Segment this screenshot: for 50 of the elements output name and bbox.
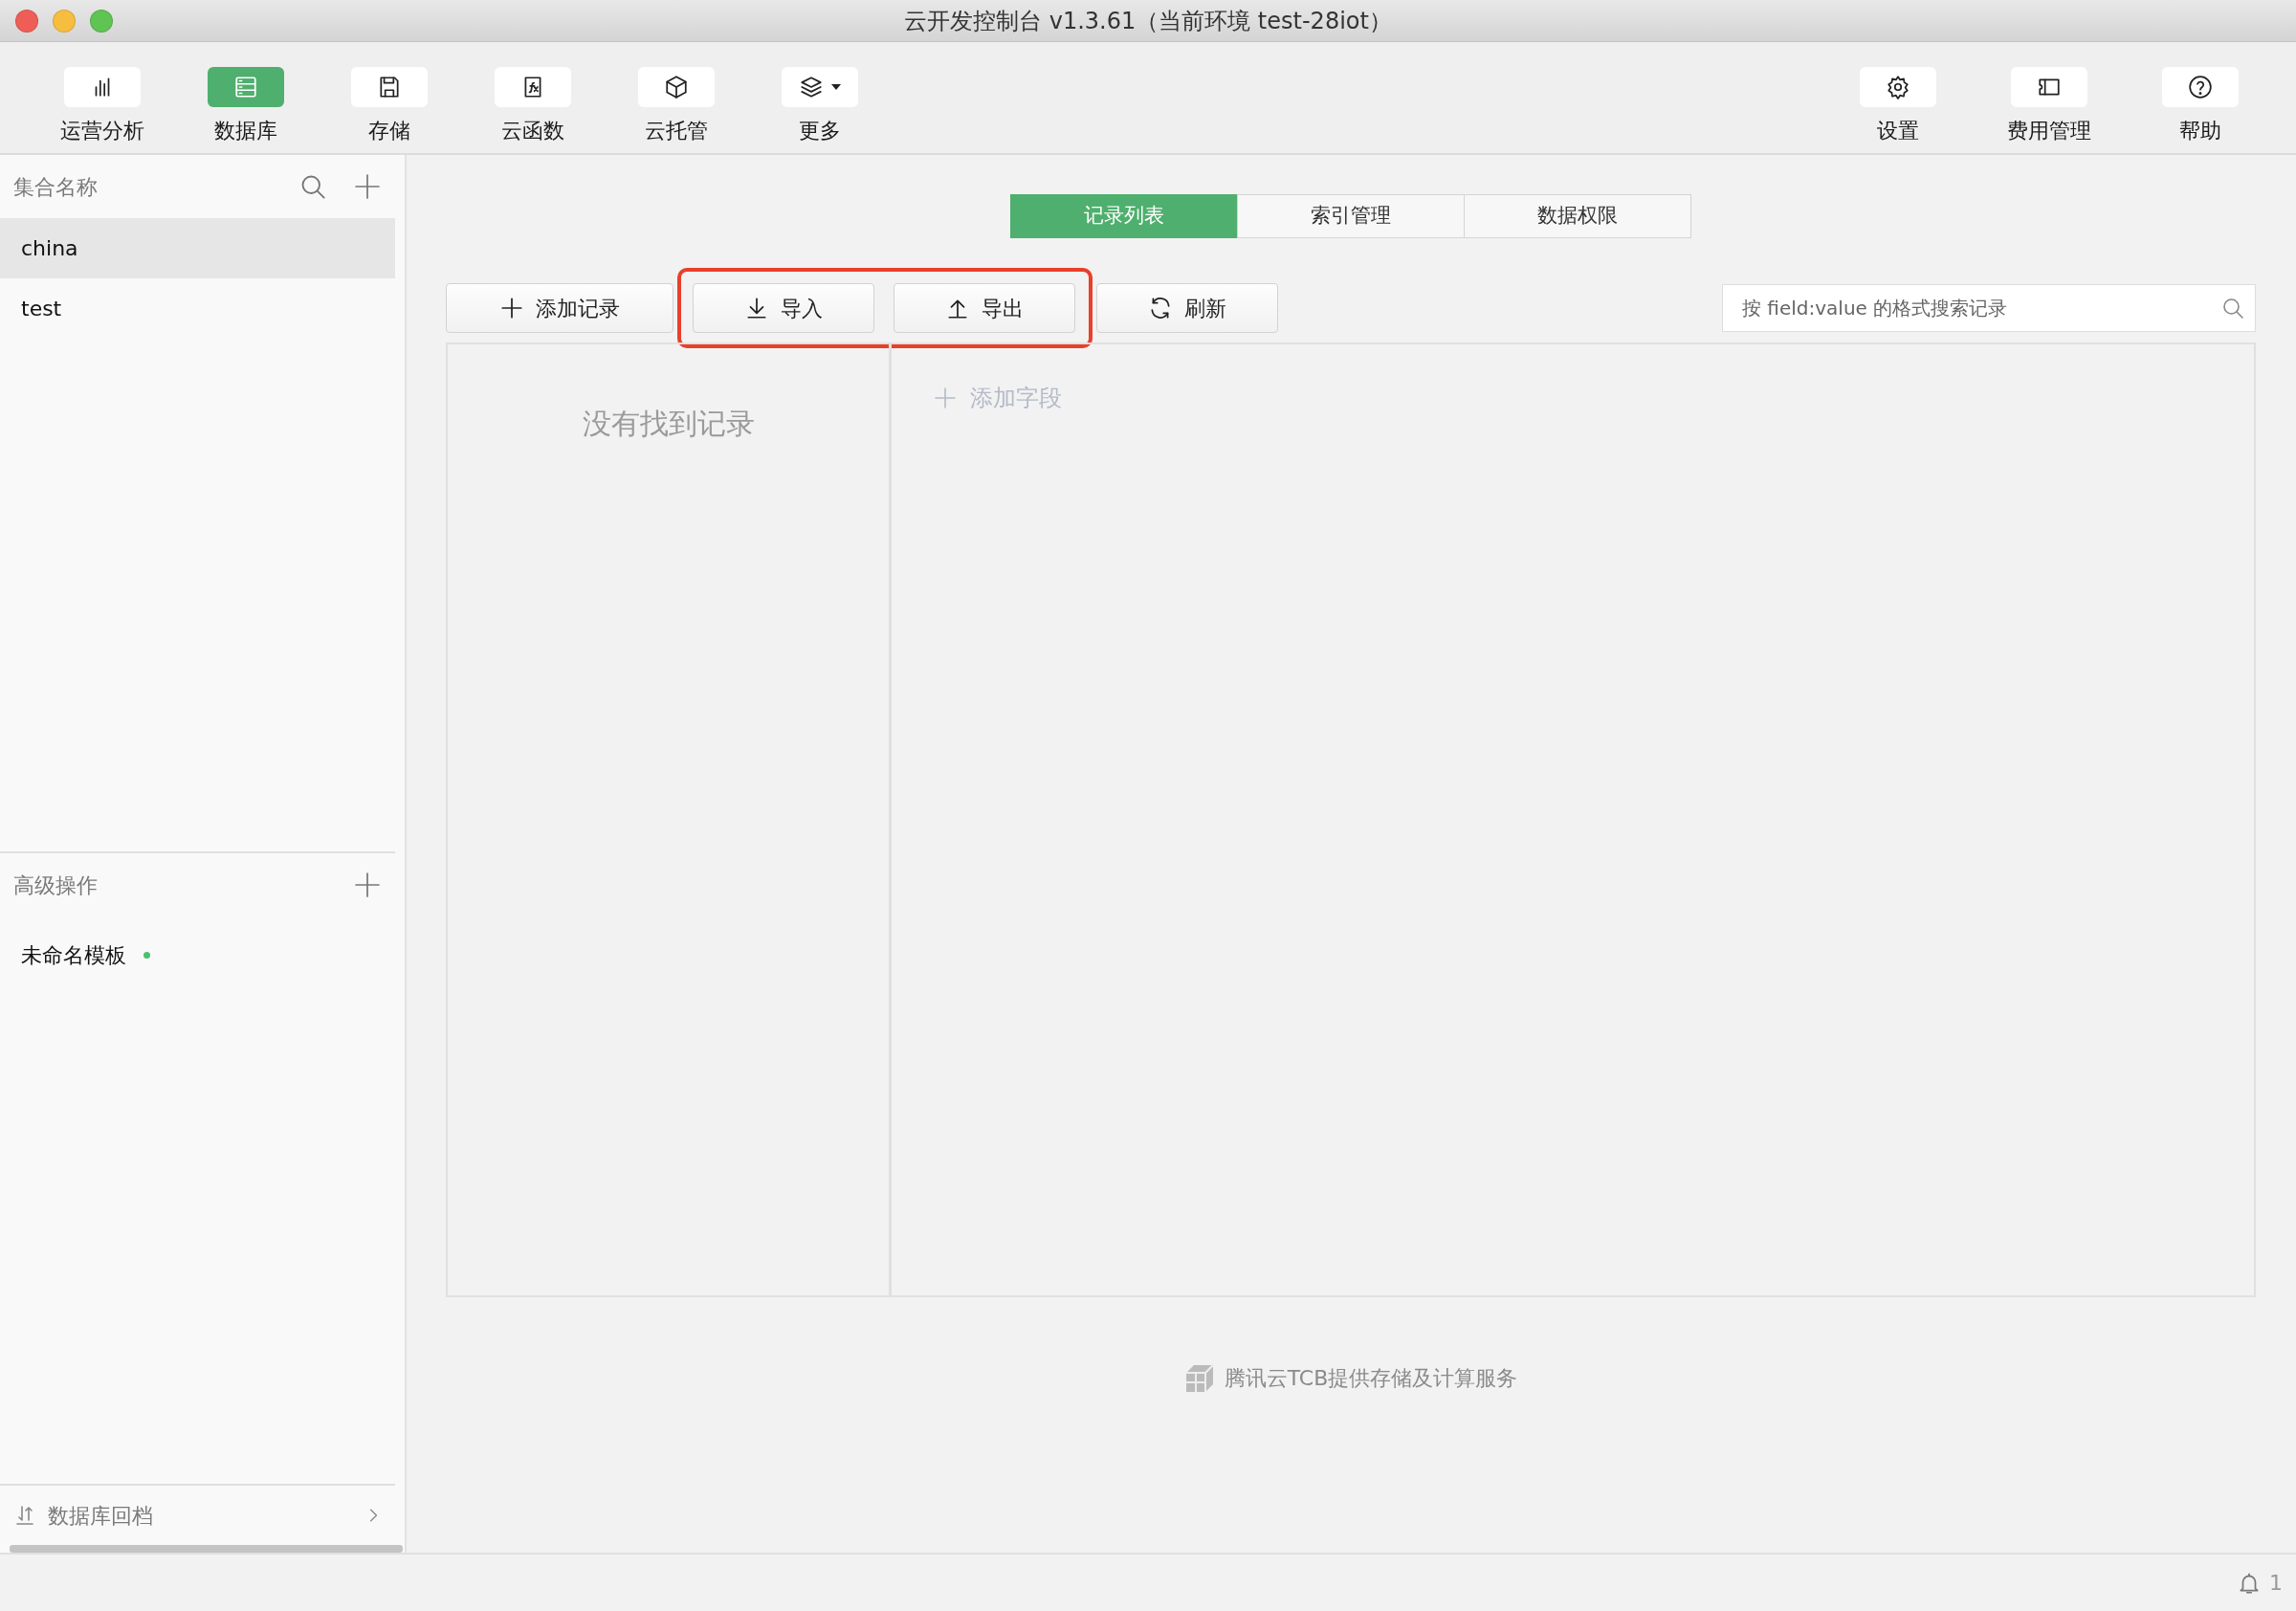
help-icon — [2188, 75, 2213, 99]
toolbar-button[interactable] — [1860, 67, 1936, 107]
backup-link[interactable]: 数据库回档 — [48, 1499, 364, 1532]
close-button[interactable] — [15, 10, 38, 33]
settings-icon — [1886, 75, 1910, 99]
toolbar-button[interactable] — [782, 67, 858, 107]
toolbar-label[interactable]: 云函数 — [501, 115, 564, 146]
action-button[interactable]: 导出 — [894, 283, 1075, 333]
footer-text: 腾讯云TCB提供存储及计算服务 — [1224, 1365, 1518, 1392]
zoom-button[interactable] — [90, 10, 113, 33]
notification-count: 1 — [2269, 1570, 2283, 1597]
toolbar-label[interactable]: 云托管 — [645, 115, 708, 146]
collection-item[interactable]: china — [0, 218, 395, 278]
database-icon — [233, 75, 258, 99]
toolbar-button[interactable] — [638, 67, 715, 107]
plus-icon — [934, 386, 957, 409]
section-header: 高级操作 — [13, 872, 98, 899]
toolbar-label[interactable]: 运营分析 — [60, 115, 144, 146]
search-icon — [2221, 297, 2244, 320]
template-item[interactable]: 未命名模板 — [21, 939, 126, 971]
cube-grid-icon — [1183, 1362, 1215, 1394]
tab[interactable]: 索引管理 — [1236, 194, 1465, 238]
search-icon[interactable] — [299, 173, 326, 200]
collection-item[interactable]: test — [0, 278, 395, 339]
action-button[interactable]: 刷新 — [1096, 283, 1278, 333]
add-icon[interactable] — [355, 174, 380, 199]
add-icon[interactable] — [355, 872, 380, 897]
toolbar-label[interactable]: 设置 — [1877, 115, 1919, 146]
toolbar-button[interactable] — [495, 67, 571, 107]
plus-icon — [499, 296, 524, 320]
toolbar-button[interactable] — [2162, 67, 2239, 107]
action-button[interactable]: 导入 — [693, 283, 874, 333]
scrollbar[interactable] — [10, 1545, 403, 1553]
window-title: 云开发控制台 v1.3.61（当前环境 test-28iot） — [904, 6, 1392, 36]
empty-message: 没有找到记录 — [582, 406, 755, 440]
toolbar-label[interactable]: 帮助 — [2179, 115, 2221, 146]
search-field[interactable]: 按 field:value 的格式搜索记录 — [1722, 284, 2256, 332]
action-button[interactable]: 添加记录 — [446, 283, 673, 333]
toolbar-label[interactable]: 存储 — [368, 115, 410, 146]
caret-icon — [831, 83, 841, 91]
toolbar-label[interactable]: 更多 — [799, 115, 841, 146]
toolbar-button[interactable] — [351, 67, 428, 107]
layers-icon — [799, 75, 824, 99]
toolbar-button[interactable] — [2011, 67, 2087, 107]
toolbar-button[interactable] — [64, 67, 141, 107]
section-header: 集合名称 — [13, 173, 98, 201]
cube-icon — [664, 75, 689, 99]
toolbar-label[interactable]: 费用管理 — [2007, 115, 2091, 146]
toolbar-label[interactable]: 数据库 — [214, 115, 277, 146]
tab[interactable]: 数据权限 — [1463, 194, 1691, 238]
